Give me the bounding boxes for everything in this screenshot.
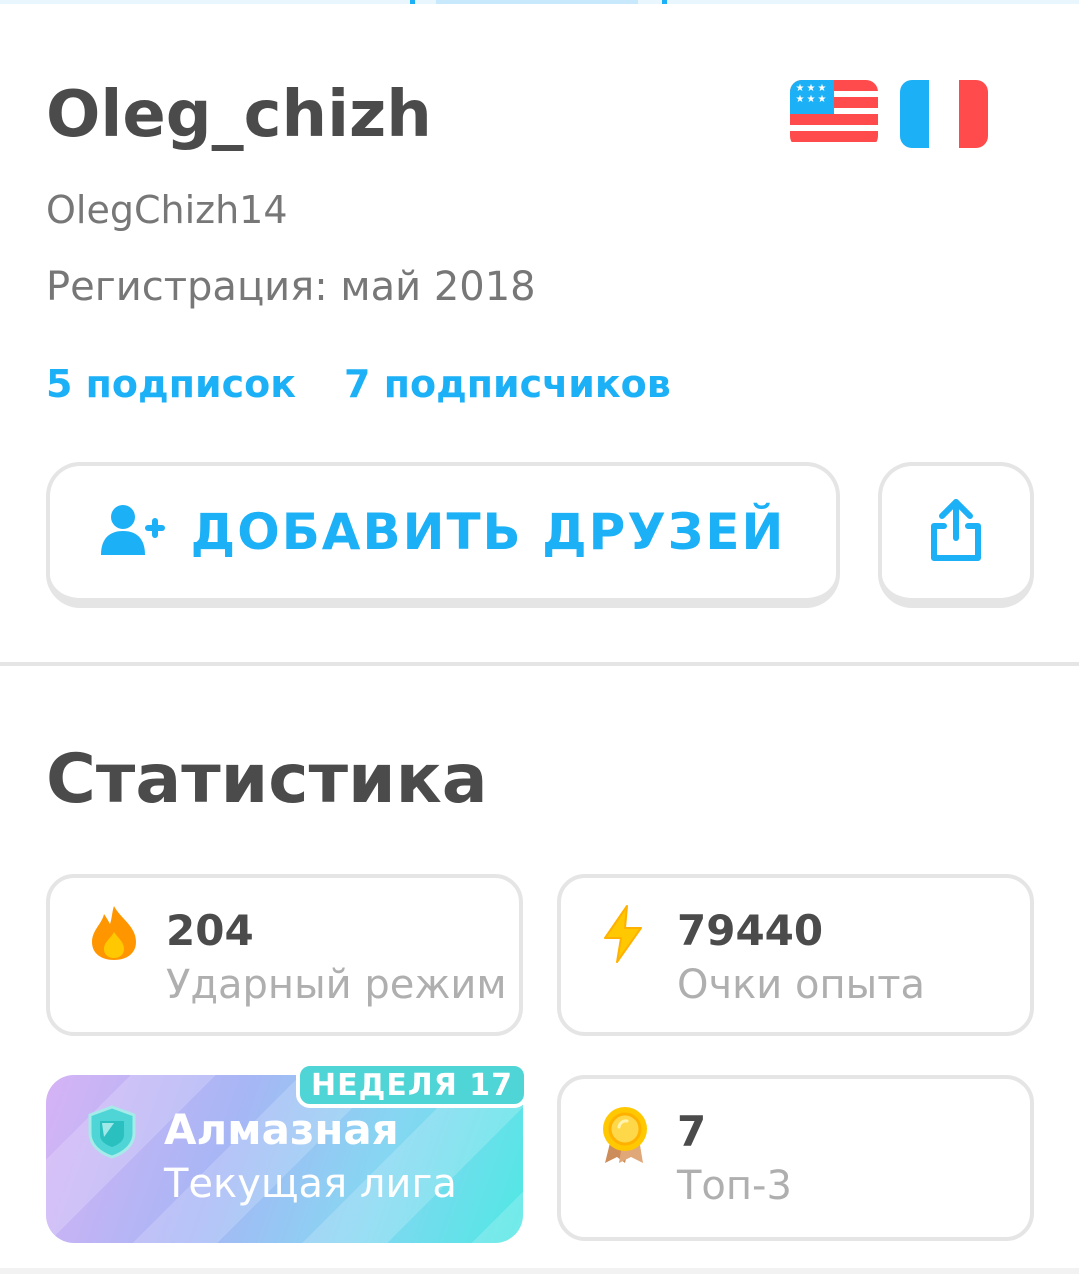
bottom-divider [0,1268,1079,1274]
xp-label: Очки опыта [677,962,926,1008]
fire-icon [90,904,138,966]
streak-card: 204 Ударный режим [46,874,523,1036]
league-value: Алмазная [164,1105,399,1154]
add-friends-button[interactable]: ДОБАВИТЬ ДРУЗЕЙ [46,462,840,608]
tab-indicator [436,0,638,4]
top3-card: 7 Топ-3 [557,1075,1034,1241]
stats-title: Статистика [46,740,488,819]
tab-tick [662,0,667,4]
streak-value: 204 [166,906,254,955]
followers-link[interactable]: 7 подписчиков [344,362,671,406]
lightning-icon [601,904,645,968]
xp-card: 79440 Очки опыта [557,874,1034,1036]
league-label: Текущая лига [164,1161,457,1207]
streak-label: Ударный режим [166,962,507,1008]
following-link[interactable]: 5 подписок [46,362,296,406]
diamond-league-icon [86,1105,138,1163]
follow-links: 5 подписок 7 подписчиков [46,362,671,406]
share-button[interactable] [878,462,1034,608]
section-divider [0,662,1079,666]
france-flag-icon[interactable] [900,80,988,148]
us-flag-icon[interactable]: ★★★ ★★★ [790,80,878,148]
top3-label: Топ-3 [677,1163,792,1209]
tab-tick [410,0,415,4]
registration-date: Регистрация: май 2018 [46,264,536,310]
display-name: Oleg_chizh [46,78,432,152]
language-flags: ★★★ ★★★ [790,80,988,148]
username-handle: OlegChizh14 [46,188,288,232]
top3-value: 7 [677,1107,707,1156]
share-icon [928,498,984,566]
add-person-icon [100,503,165,561]
xp-value: 79440 [677,906,824,955]
top-tab-strip [0,0,1079,4]
add-friends-label: ДОБАВИТЬ ДРУЗЕЙ [190,503,786,561]
medal-icon [601,1105,649,1169]
week-badge: НЕДЕЛЯ 17 [296,1062,528,1108]
